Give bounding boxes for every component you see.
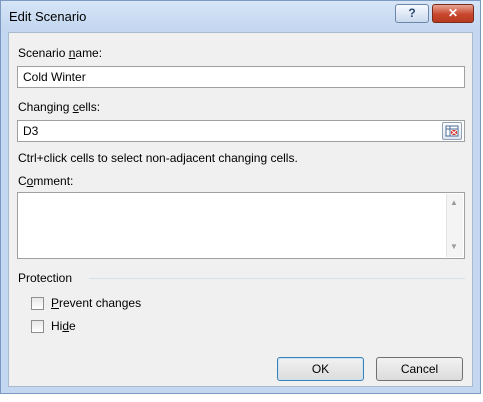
prevent-changes-label[interactable]: Prevent changes	[51, 296, 141, 310]
ok-button[interactable]: OK	[277, 357, 364, 381]
close-button[interactable]: ✕	[432, 4, 474, 23]
close-icon: ✕	[447, 6, 459, 20]
group-divider	[89, 278, 465, 279]
label-text: Hi	[51, 319, 63, 333]
comment-textarea[interactable]: ▲ ▼	[17, 192, 465, 259]
title-bar[interactable]: Edit Scenario ? ✕	[1, 1, 480, 31]
scenario-name-label: Scenario name:	[18, 46, 102, 60]
comment-scrollbar[interactable]: ▲ ▼	[446, 194, 463, 257]
protection-group-label: Protection	[18, 271, 73, 285]
help-icon: ?	[408, 6, 416, 20]
hide-label[interactable]: Hide	[51, 319, 76, 333]
comment-label: Comment:	[18, 174, 73, 188]
label-text: C	[18, 174, 27, 188]
scroll-up-icon[interactable]: ▲	[450, 198, 458, 207]
label-text: ame:	[75, 46, 103, 60]
label-text: Scenario	[18, 46, 69, 60]
range-select-icon	[445, 125, 459, 137]
scroll-down-icon[interactable]: ▼	[450, 242, 458, 251]
label-text: Changing	[18, 100, 73, 114]
label-text: mment:	[33, 174, 74, 188]
hide-checkbox[interactable]	[31, 320, 44, 333]
dialog-body: Scenario name: Cold Winter Changing cell…	[8, 32, 473, 387]
prevent-changes-checkbox[interactable]	[31, 297, 44, 310]
changing-cells-input[interactable]: D3	[17, 120, 465, 142]
range-select-button[interactable]	[442, 122, 462, 140]
hint-text: Ctrl+click cells to select non-adjacent …	[18, 151, 298, 165]
access-key: P	[51, 296, 60, 310]
label-text: revent changes	[59, 296, 142, 310]
cancel-button[interactable]: Cancel	[376, 357, 463, 381]
scenario-name-input[interactable]: Cold Winter	[17, 66, 465, 88]
label-text: e	[69, 319, 76, 333]
label-text: ells:	[78, 100, 101, 114]
help-button[interactable]: ?	[395, 4, 429, 23]
edit-scenario-dialog: Edit Scenario ? ✕ Scenario name: Cold Wi…	[0, 0, 481, 394]
dialog-title: Edit Scenario	[9, 9, 87, 24]
changing-cells-label: Changing cells:	[18, 100, 100, 114]
